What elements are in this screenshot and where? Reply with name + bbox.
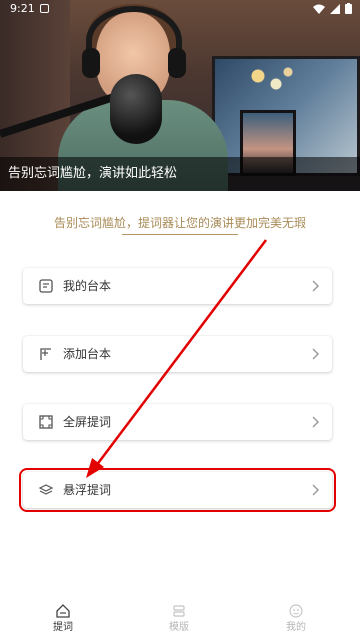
fullscreen-icon bbox=[39, 415, 53, 429]
add-script-label: 添加台本 bbox=[63, 347, 112, 361]
my-scripts-button[interactable]: 我的台本 bbox=[23, 268, 332, 304]
chevron-right-icon bbox=[312, 484, 319, 496]
hero-banner: 告别忘词尴尬，演讲如此轻松 bbox=[0, 0, 360, 191]
status-time: 9:21 bbox=[10, 2, 35, 15]
battery-icon bbox=[345, 3, 352, 14]
nav-item-profile[interactable]: 我的 bbox=[266, 595, 326, 640]
nav-item-template[interactable]: 模版 bbox=[149, 595, 209, 640]
notification-icon bbox=[40, 4, 49, 13]
layers-icon bbox=[38, 484, 54, 495]
bottom-nav: 提词 模版 我的 bbox=[0, 595, 360, 640]
signal-icon bbox=[330, 3, 340, 14]
nav-label-profile: 我的 bbox=[286, 622, 306, 633]
script-icon bbox=[39, 279, 53, 293]
my-scripts-label: 我的台本 bbox=[63, 279, 112, 293]
microphone-icon bbox=[110, 74, 162, 144]
tagline-underline bbox=[122, 234, 238, 235]
tagline: 告别忘词尴尬，提词器让您的演讲更加完美无瑕 bbox=[53, 216, 306, 230]
profile-icon bbox=[289, 604, 303, 618]
hero-lights bbox=[240, 60, 300, 100]
fullscreen-prompt-button[interactable]: 全屏提词 bbox=[23, 404, 332, 440]
chevron-right-icon bbox=[312, 280, 319, 292]
chevron-right-icon bbox=[312, 348, 319, 360]
fullscreen-prompt-label: 全屏提词 bbox=[63, 415, 112, 429]
wifi-icon bbox=[313, 4, 325, 14]
nav-label-prompt: 提词 bbox=[53, 622, 73, 633]
floating-prompt-button[interactable]: 悬浮提词 bbox=[19, 468, 336, 512]
chevron-right-icon bbox=[312, 416, 319, 428]
nav-label-template: 模版 bbox=[169, 622, 189, 633]
hero-caption: 告别忘词尴尬，演讲如此轻松 bbox=[8, 166, 178, 181]
headphone-ear-left bbox=[82, 48, 100, 78]
template-icon bbox=[173, 605, 185, 617]
prompt-icon bbox=[56, 604, 70, 618]
add-script-icon bbox=[40, 348, 51, 360]
add-script-button[interactable]: 添加台本 bbox=[23, 336, 332, 372]
nav-item-prompt[interactable]: 提词 bbox=[33, 595, 93, 640]
status-bar: 9:21 bbox=[0, 0, 360, 18]
floating-prompt-label: 悬浮提词 bbox=[63, 483, 112, 497]
headphone-ear-right bbox=[168, 48, 186, 78]
